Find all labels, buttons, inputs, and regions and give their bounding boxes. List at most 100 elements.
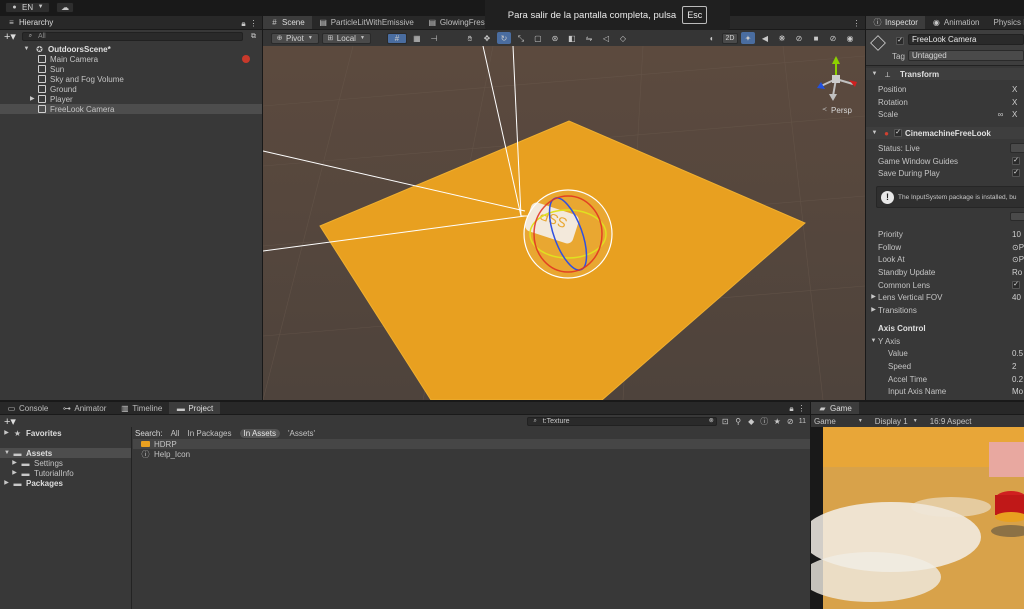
scale-tool[interactable]: ⤡ [514, 32, 528, 44]
cinemachine-header[interactable]: ▼ ● ✓ CinemachineFreeLook [866, 127, 1024, 139]
gizmos-toggle[interactable]: ⊘ [826, 32, 840, 44]
axis-input-value[interactable]: Mo [1012, 387, 1023, 396]
standby-update-value[interactable]: Ro [1012, 268, 1022, 277]
search-by-type-icon[interactable]: ⊡ [721, 417, 730, 426]
transitions-row[interactable]: ▶ Transitions [866, 304, 1024, 317]
custom-tool-2[interactable]: ⇋ [582, 32, 596, 44]
link-icon[interactable]: ∞ [996, 110, 1005, 119]
lens-fov-value[interactable]: 40 [1012, 293, 1021, 302]
expand-arrow-icon[interactable]: ▶ [869, 293, 878, 302]
clear-icon[interactable]: ⊗ [707, 417, 716, 426]
increment-snap-button[interactable]: ▦ [410, 32, 424, 44]
hidden-packages-icon[interactable]: ⊘ [786, 417, 795, 426]
draw-mode-button[interactable]: ◐ [705, 32, 719, 44]
transform-tool[interactable]: ⊛ [548, 32, 562, 44]
effects-toggle[interactable]: ❋ [775, 32, 789, 44]
star-icon[interactable]: ★ [773, 417, 782, 426]
tab-scene[interactable]: # Scene [263, 16, 312, 29]
y-axis-row[interactable]: ▼ Y Axis [866, 335, 1024, 348]
tag-icon[interactable]: ◆ [747, 417, 756, 426]
tab-particle-lit[interactable]: ▤ ParticleLitWithEmissive [312, 16, 421, 29]
grid-snap-button[interactable]: # [386, 32, 407, 44]
hierarchy-item-sky-fog[interactable]: Sky and Fog Volume [0, 74, 262, 84]
follow-value[interactable]: ⊙P [1012, 243, 1024, 252]
lock-icon[interactable]: 🔒︎ [239, 19, 248, 28]
create-button[interactable]: +▾ [4, 415, 16, 428]
hierarchy-item-sun[interactable]: Sun [0, 64, 262, 74]
tab-hierarchy[interactable]: ≡ Hierarchy [0, 16, 61, 29]
scale-x-label[interactable]: X [1012, 110, 1017, 119]
priority-value[interactable]: 10 [1012, 230, 1021, 239]
project-search-input[interactable]: ⌕ t:Texture ⊗ [526, 416, 717, 426]
aspect-dropdown[interactable]: 16:9 Aspect [930, 417, 972, 426]
scope-all[interactable]: All [171, 429, 180, 438]
expand-arrow-icon[interactable]: ▼ [4, 449, 10, 458]
tab-game[interactable]: ▰ Game [811, 402, 859, 414]
custom-tool-1[interactable]: ◧ [565, 32, 579, 44]
tree-tutorialinfo[interactable]: ▶ ▬ TutorialInfo [0, 468, 131, 478]
object-name-field[interactable]: FreeLook Camera [908, 34, 1024, 45]
rect-tool[interactable]: ▢ [531, 32, 545, 44]
look-at-value[interactable]: ⊙P [1012, 255, 1024, 264]
tab-timeline[interactable]: ▥ Timeline [113, 402, 169, 414]
filter-icon[interactable]: ⧉ [249, 32, 258, 41]
tab-animator[interactable]: ⊶ Animator [55, 402, 113, 414]
hand-tool[interactable]: ✋︎ [463, 32, 477, 44]
tab-animation[interactable]: ◉ Animation [925, 16, 987, 29]
tab-inspector[interactable]: ⓘ Inspector [866, 16, 925, 29]
hierarchy-item-player[interactable]: ▶ Player [0, 94, 262, 104]
collapsed-arrow-icon[interactable]: ▶ [12, 469, 17, 478]
common-lens-checkbox[interactable]: ✓ [1012, 280, 1020, 289]
more-menu-icon[interactable]: ⋮ [797, 404, 806, 413]
2d-toggle[interactable]: 2D [722, 32, 738, 44]
rotate-tool[interactable]: ↻ [496, 32, 511, 44]
global-button[interactable]: ◉ [843, 32, 857, 44]
more-menu-icon[interactable]: ⋮ [249, 19, 258, 28]
cinemachine-enabled-checkbox[interactable]: ✓ [894, 129, 902, 137]
account-button[interactable]: ● EN ▼ [5, 2, 51, 13]
scope-in-packages[interactable]: In Packages [187, 429, 231, 438]
hierarchy-item-main-camera[interactable]: Main Camera [0, 54, 262, 64]
tree-favorites[interactable]: ▶ ★ Favorites [0, 428, 131, 438]
move-tool[interactable]: ✥ [480, 32, 494, 44]
axis-accel-value[interactable]: 0.2 [1012, 375, 1023, 384]
axis-speed-value[interactable]: 2 [1012, 362, 1016, 371]
save-during-play-checkbox[interactable]: ✓ [1012, 169, 1020, 178]
local-dropdown[interactable]: ⊞ Local ▼ [321, 32, 371, 44]
hierarchy-search-input[interactable]: ⌕ All [21, 31, 243, 41]
hierarchy-item-freelook-camera[interactable]: FreeLook Camera [0, 104, 262, 114]
scope-assets-folder[interactable]: 'Assets' [288, 429, 315, 438]
tab-project[interactable]: ▬ Project [169, 402, 221, 414]
expand-arrow-icon[interactable]: ▼ [22, 45, 31, 54]
axis-value-value[interactable]: 0.5 [1012, 349, 1023, 358]
rotation-x-label[interactable]: X [1012, 98, 1017, 107]
solo-button[interactable] [1010, 143, 1024, 153]
result-help-icon[interactable]: ⓘ Help_Icon [133, 449, 810, 459]
result-hdrp[interactable]: HDRP [133, 439, 810, 449]
persp-toggle[interactable]: ≺ Persp [811, 106, 861, 115]
scope-in-assets[interactable]: In Assets [239, 428, 280, 438]
camera-settings-button[interactable]: ■ [809, 32, 823, 44]
tree-settings[interactable]: ▶ ▬ Settings [0, 458, 131, 468]
tree-assets[interactable]: ▼ ▬ Assets [0, 448, 131, 458]
search-by-label-icon[interactable]: ⚲ [734, 417, 743, 426]
collapsed-arrow-icon[interactable]: ▶ [4, 479, 9, 488]
position-x-label[interactable]: X [1012, 85, 1017, 94]
scene-visibility-toggle[interactable]: ⊘ [792, 32, 806, 44]
warning-action-button[interactable] [1010, 212, 1024, 221]
more-menu-icon[interactable]: ⋮ [852, 19, 861, 28]
tag-dropdown[interactable]: Untagged [908, 50, 1024, 61]
scene-root[interactable]: ▼ ✪ OutdoorsScene* [0, 44, 262, 54]
game-window-guides-checkbox[interactable]: ✓ [1012, 156, 1020, 165]
info-icon[interactable]: ⓘ [760, 417, 769, 426]
custom-tool-3[interactable]: ◁ [599, 32, 613, 44]
audio-toggle[interactable]: ◀ [758, 32, 772, 44]
game-viewport[interactable] [811, 427, 1024, 609]
snap-settings-button[interactable]: ⊣ [427, 32, 441, 44]
tab-physics-debugger[interactable]: Physics D [986, 16, 1024, 29]
collapsed-arrow-icon[interactable]: ▶ [12, 459, 17, 468]
tree-packages[interactable]: ▶ ▬ Packages [0, 478, 131, 488]
lock-icon[interactable]: 🔒︎ [787, 404, 796, 413]
tab-console[interactable]: ▭ Console [0, 402, 55, 414]
active-checkbox[interactable]: ✓ [896, 37, 904, 45]
